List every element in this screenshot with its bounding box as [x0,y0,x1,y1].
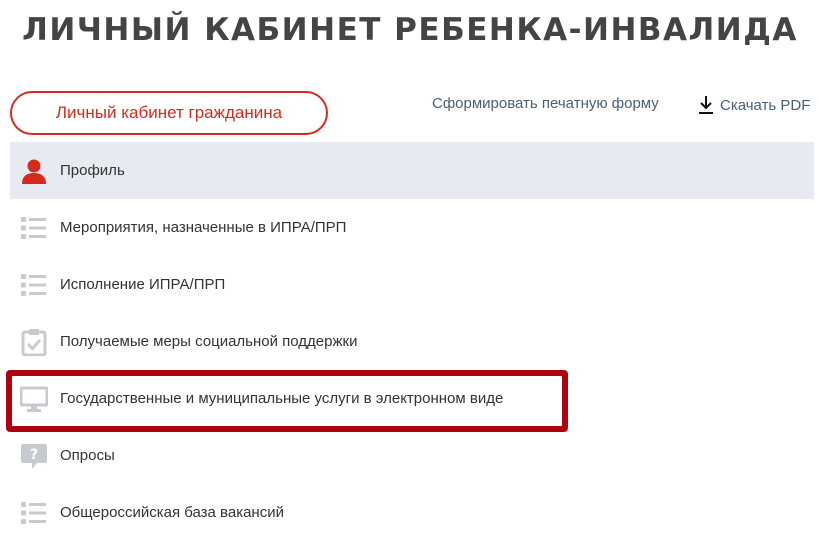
question-bubble-icon: ? [21,443,47,469]
menu-item-label: Профиль [60,162,125,179]
monitor-icon [20,386,48,412]
menu-item-label: Получаемые меры социальной поддержки [60,333,358,350]
download-pdf-label: Скачать PDF [720,96,811,114]
print-form-link[interactable]: Сформировать печатную форму [432,95,659,112]
menu-item-e-services[interactable]: Государственные и муниципальные услуги в… [10,370,814,427]
cabinet-menu: Профиль Мероприятия, назначенные в ИПРА/… [10,142,814,541]
menu-item-ipra-execution[interactable]: Исполнение ИПРА/ПРП [10,256,814,313]
menu-item-ipra-activities[interactable]: Мероприятия, назначенные в ИПРА/ПРП [10,199,814,256]
download-icon [699,96,713,114]
list-icon [21,273,46,296]
menu-item-vacancies[interactable]: Общероссийская база вакансий [10,484,814,541]
page-title: ЛИЧНЫЙ КАБИНЕТ РЕБЕНКА-ИНВАЛИДА [22,12,798,48]
list-icon [21,216,46,239]
citizen-cabinet-button[interactable]: Личный кабинет гражданина [10,91,328,135]
menu-item-label: Общероссийская база вакансий [60,504,284,521]
menu-item-surveys[interactable]: ? Опросы [10,427,814,484]
menu-item-label: Государственные и муниципальные услуги в… [60,390,504,407]
menu-item-profile[interactable]: Профиль [10,142,814,199]
menu-item-label: Исполнение ИПРА/ПРП [60,276,226,293]
user-icon [22,159,46,184]
clipboard-check-icon [21,328,47,356]
svg-text:?: ? [30,447,38,463]
download-pdf-link[interactable]: Скачать PDF [698,95,810,115]
menu-item-social-support[interactable]: Получаемые меры социальной поддержки [10,313,814,370]
list-icon [21,501,46,524]
menu-item-label: Мероприятия, назначенные в ИПРА/ПРП [60,219,347,236]
menu-item-label: Опросы [60,447,115,464]
